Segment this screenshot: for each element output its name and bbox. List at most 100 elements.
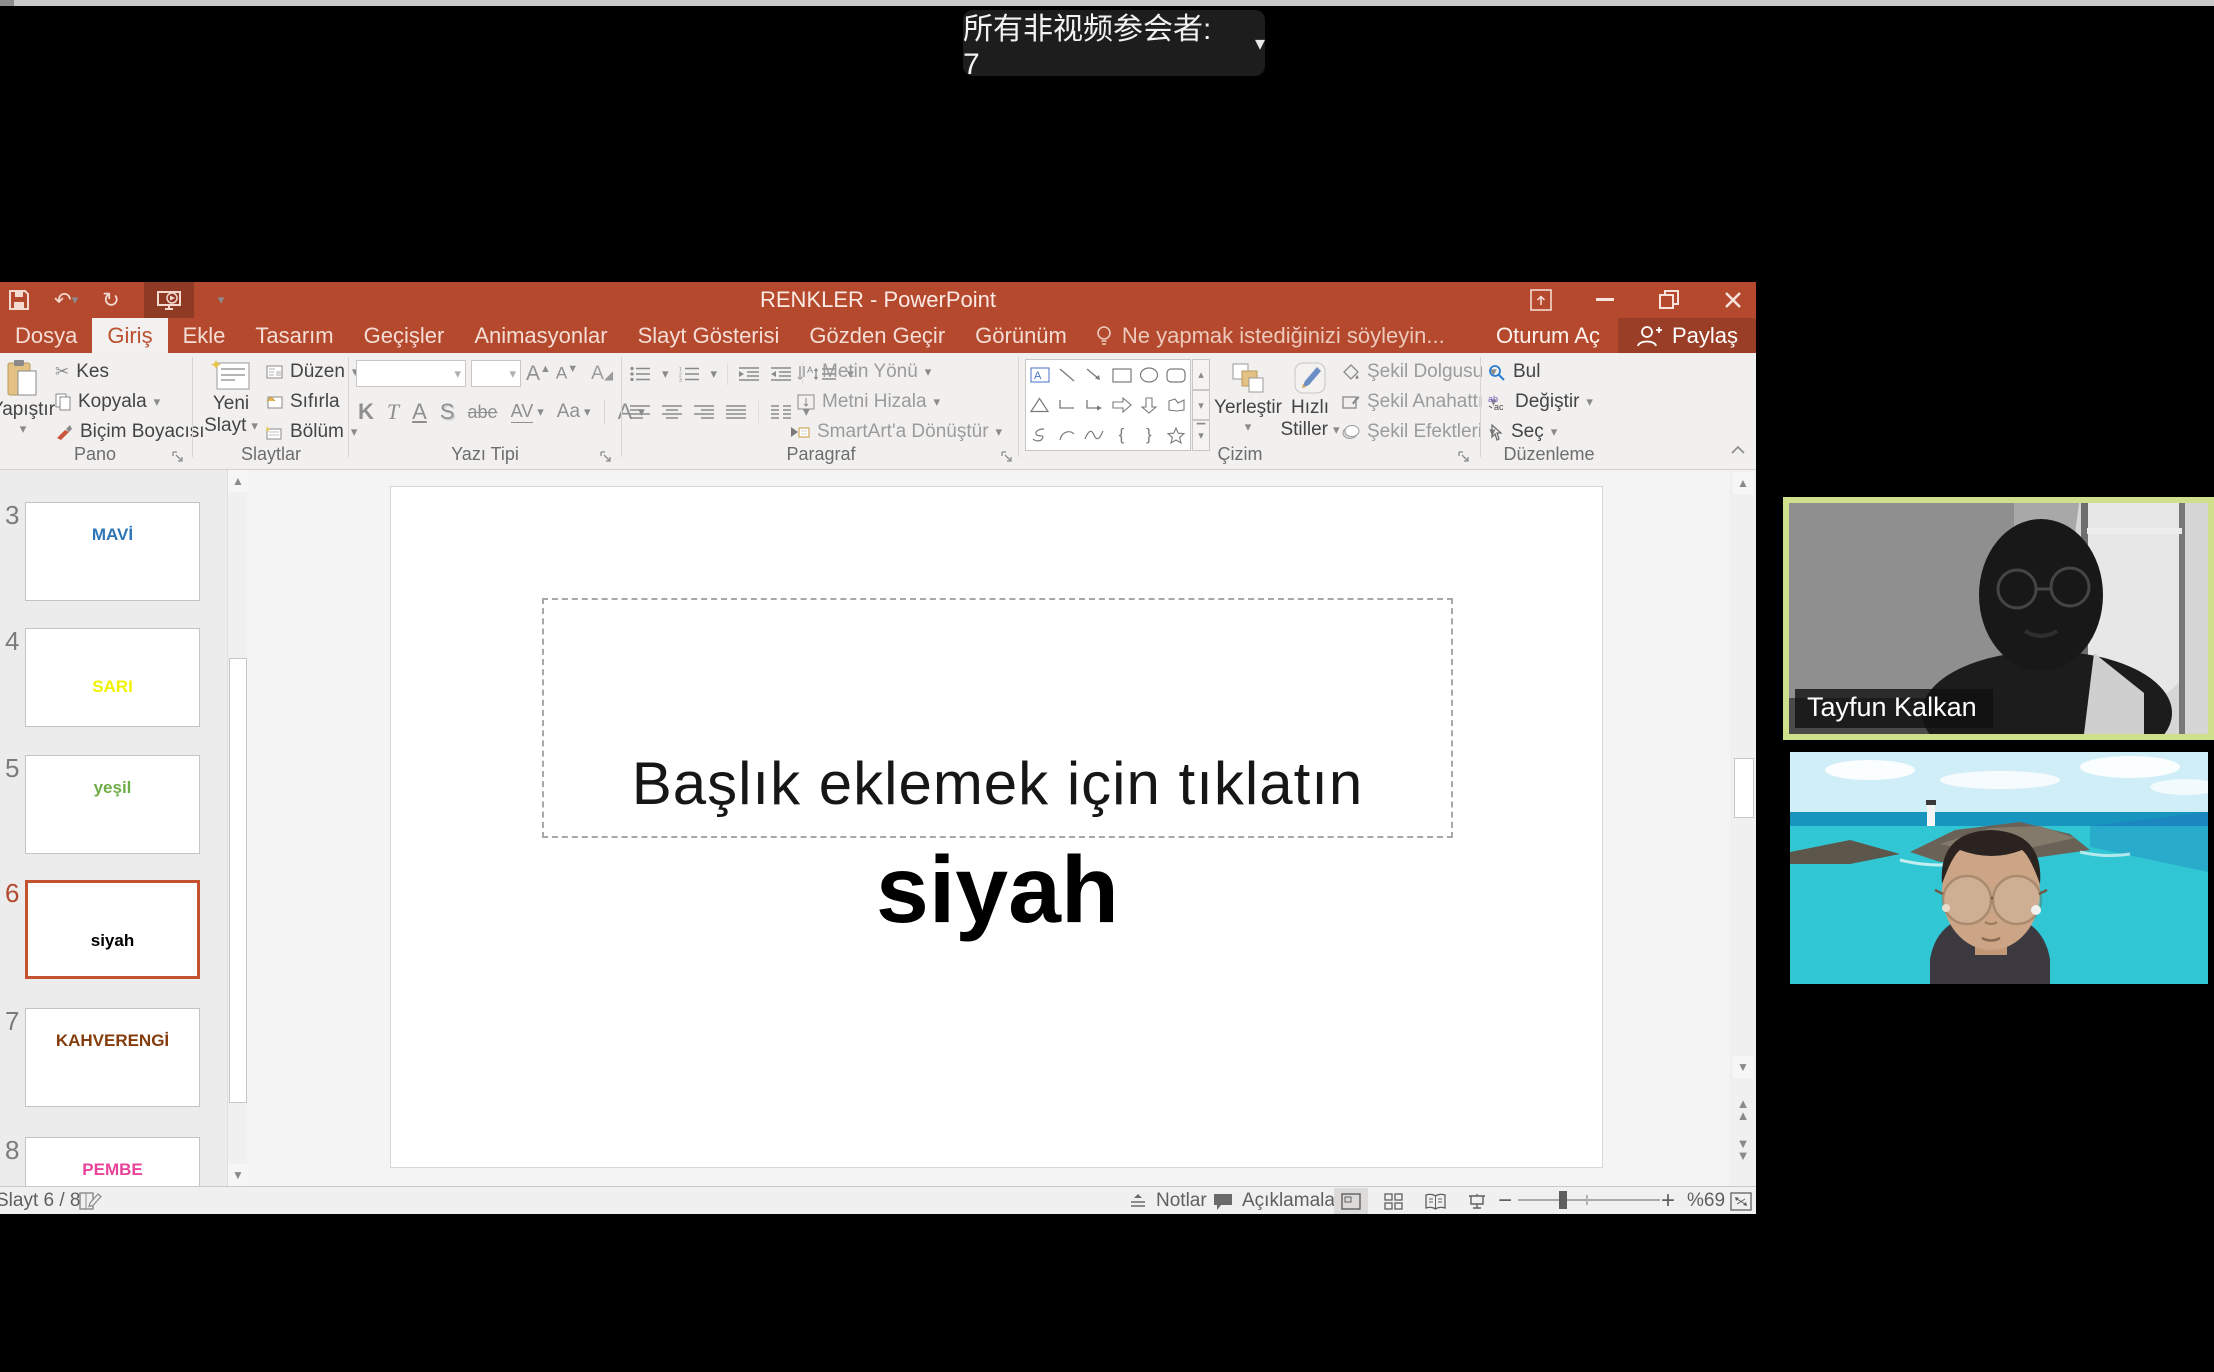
thumbnail-panel-scrollbar[interactable]: ▲ ▼ bbox=[227, 470, 247, 1186]
paste-button[interactable]: Yapıştır ▾ bbox=[0, 359, 50, 437]
tab-animasyonlar[interactable]: Animasyonlar bbox=[459, 318, 622, 353]
character-spacing-button[interactable]: AV bbox=[511, 401, 534, 423]
numbering-button[interactable]: 123 bbox=[679, 366, 701, 382]
customize-qat-button[interactable]: ▾ bbox=[218, 282, 225, 318]
columns-button[interactable] bbox=[771, 404, 791, 420]
font-dialog-launcher[interactable] bbox=[600, 451, 612, 463]
shape-effects-button[interactable]: Şekil Efektleri ▾ bbox=[1342, 421, 1496, 443]
bold-button[interactable]: K bbox=[358, 399, 374, 425]
shape-arc-icon[interactable] bbox=[1053, 420, 1080, 450]
slide-sorter-view-button[interactable] bbox=[1376, 1188, 1410, 1214]
title-placeholder[interactable]: Başlık eklemek için tıklatın bbox=[542, 598, 1453, 838]
ribbon-display-options-button[interactable] bbox=[1526, 282, 1556, 318]
shapes-scroll-up-icon[interactable]: ▴ bbox=[1192, 359, 1210, 390]
shape-fill-button[interactable]: Şekil Dolgusu ▾ bbox=[1342, 361, 1497, 383]
drawing-dialog-launcher[interactable] bbox=[1458, 451, 1470, 463]
scroll-up-icon[interactable]: ▲ bbox=[228, 470, 248, 492]
slide-body-text[interactable]: siyah bbox=[391, 843, 1604, 938]
section-button[interactable]: Bölüm ▾ bbox=[266, 421, 357, 443]
comments-toggle[interactable]: Açıklamalar bbox=[1212, 1188, 1341, 1214]
zoom-level[interactable]: %69 bbox=[1687, 1188, 1725, 1214]
participants-dropdown[interactable]: 所有非视频参会者: 7 ▾ bbox=[963, 10, 1265, 76]
strikethrough-button[interactable]: abe bbox=[468, 402, 498, 423]
cut-button[interactable]: ✂ Kes bbox=[55, 361, 109, 383]
scroll-down-icon[interactable]: ▼ bbox=[228, 1164, 248, 1186]
arrange-button[interactable]: Yerleştir ▾ bbox=[1216, 361, 1280, 435]
align-text-button[interactable]: Metni Hizala ▾ bbox=[797, 391, 940, 413]
slide[interactable]: Başlık eklemek için tıklatın siyah bbox=[390, 486, 1603, 1168]
scrollbar-thumb[interactable] bbox=[229, 658, 247, 1103]
shrink-font-button[interactable]: A▼ bbox=[556, 363, 578, 384]
shape-rounded-rect-icon[interactable] bbox=[1163, 360, 1190, 390]
undo-button[interactable]: ↶▾ bbox=[54, 282, 78, 318]
close-button[interactable] bbox=[1718, 282, 1748, 318]
font-size-combo[interactable]: ▾ bbox=[471, 360, 521, 387]
paragraph-dialog-launcher[interactable] bbox=[1001, 451, 1013, 463]
align-left-button[interactable] bbox=[630, 404, 650, 420]
zoom-out-button[interactable]: − bbox=[1498, 1188, 1512, 1214]
align-center-button[interactable] bbox=[662, 404, 682, 420]
quick-styles-button[interactable]: Hızlı Stiller▾ bbox=[1282, 361, 1338, 441]
clipboard-dialog-launcher[interactable] bbox=[172, 451, 184, 463]
reading-view-button[interactable] bbox=[1418, 1188, 1452, 1214]
fit-to-window-button[interactable] bbox=[1730, 1188, 1752, 1214]
scrollbar-thumb[interactable] bbox=[1734, 758, 1754, 818]
tab-gorunum[interactable]: Görünüm bbox=[960, 318, 1082, 353]
slide-thumbnail-8[interactable]: PEMBE bbox=[25, 1137, 200, 1186]
video-feed-participant[interactable] bbox=[1790, 752, 2208, 984]
slide-thumbnail-4[interactable]: SARI bbox=[25, 628, 200, 727]
shape-oval-icon[interactable] bbox=[1135, 360, 1162, 390]
shape-freeform-icon[interactable] bbox=[1163, 390, 1190, 420]
zoom-in-button[interactable]: + bbox=[1661, 1188, 1675, 1214]
save-button[interactable] bbox=[8, 282, 30, 318]
shape-outline-button[interactable]: Şekil Anahattı ▾ bbox=[1342, 391, 1497, 413]
shapes-gallery[interactable]: A { } bbox=[1025, 359, 1191, 451]
shape-rectangle-icon[interactable] bbox=[1108, 360, 1135, 390]
shape-elbow-icon[interactable] bbox=[1053, 390, 1080, 420]
scroll-up-icon[interactable]: ▲ bbox=[1733, 472, 1753, 494]
slide-thumbnail-5[interactable]: yeşil bbox=[25, 755, 200, 854]
scroll-down-icon[interactable]: ▼ bbox=[1733, 1056, 1753, 1078]
new-slide-button[interactable]: Yeni Slayt▾ bbox=[202, 359, 260, 437]
replace-button[interactable]: abac Değiştir ▾ bbox=[1488, 391, 1593, 413]
shape-right-arrow-icon[interactable] bbox=[1108, 390, 1135, 420]
slide-thumbnail-7[interactable]: KAHVERENGİ bbox=[25, 1008, 200, 1107]
sign-in-button[interactable]: Oturum Aç bbox=[1478, 318, 1618, 353]
underline-button[interactable]: A bbox=[412, 399, 427, 425]
canvas-scrollbar[interactable]: ▲ ▼ ▲▲ ▼▼ bbox=[1730, 470, 1756, 1186]
restore-button[interactable] bbox=[1654, 282, 1684, 318]
clear-formatting-button[interactable]: A◢ bbox=[591, 363, 613, 385]
shape-elbow-arrow-icon[interactable] bbox=[1081, 390, 1108, 420]
tab-dosya[interactable]: Dosya bbox=[0, 318, 92, 353]
tell-me-box[interactable]: Ne yapmak istediğinizi söyleyin... bbox=[1082, 318, 1445, 353]
italic-button[interactable]: T bbox=[387, 399, 399, 425]
find-button[interactable]: Bul bbox=[1488, 361, 1540, 383]
format-painter-button[interactable]: Biçim Boyacısı bbox=[55, 421, 205, 443]
shape-left-brace-icon[interactable]: { bbox=[1108, 420, 1135, 450]
shape-textbox-icon[interactable]: A bbox=[1026, 360, 1053, 390]
align-right-button[interactable] bbox=[694, 404, 714, 420]
notes-pen-icon[interactable] bbox=[78, 1188, 102, 1214]
text-direction-button[interactable]: A Metin Yönü ▾ bbox=[797, 361, 931, 383]
zoom-slider[interactable] bbox=[1518, 1199, 1660, 1201]
slideshow-view-button[interactable] bbox=[1460, 1188, 1494, 1214]
shape-down-arrow-icon[interactable] bbox=[1135, 390, 1162, 420]
normal-view-button[interactable] bbox=[1334, 1188, 1368, 1214]
redo-button[interactable]: ↻ bbox=[102, 282, 120, 318]
decrease-indent-button[interactable] bbox=[738, 366, 760, 382]
tab-slayt-gosterisi[interactable]: Slayt Gösterisi bbox=[623, 318, 795, 353]
next-slide-button[interactable]: ▼▼ bbox=[1732, 1138, 1754, 1162]
tab-gecisler[interactable]: Geçişler bbox=[349, 318, 460, 353]
shape-triangle-icon[interactable] bbox=[1026, 390, 1053, 420]
increase-indent-button[interactable] bbox=[770, 366, 792, 382]
video-feed-active-speaker[interactable]: Tayfun Kalkan bbox=[1783, 497, 2214, 740]
bullets-button[interactable] bbox=[630, 366, 652, 382]
tab-giris[interactable]: Giriş bbox=[92, 318, 167, 353]
grow-font-button[interactable]: A▲ bbox=[526, 362, 551, 386]
previous-slide-button[interactable]: ▲▲ bbox=[1732, 1098, 1754, 1122]
notes-toggle[interactable]: Notlar bbox=[1128, 1188, 1207, 1214]
shape-line-icon[interactable] bbox=[1053, 360, 1080, 390]
copy-button[interactable]: Kopyala ▾ bbox=[55, 391, 160, 413]
shapes-gallery-scrollbar[interactable]: ▴ ▾ ▾▔ bbox=[1192, 359, 1210, 451]
layout-button[interactable]: Düzen ▾ bbox=[266, 361, 358, 383]
